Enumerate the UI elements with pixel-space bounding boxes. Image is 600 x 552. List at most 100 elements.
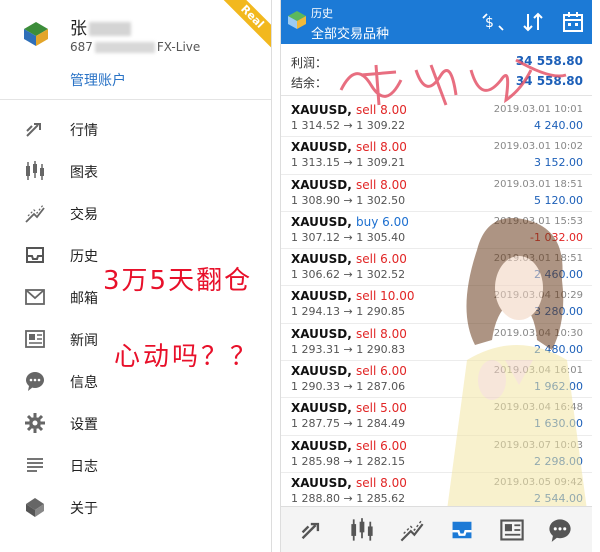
app-toolbar: 历史 全部交易品种 $ — [281, 0, 592, 44]
trade-symbol: XAUUSD, sell 6.00 — [291, 364, 407, 379]
trade-list: XAUUSD, sell 8.00 1 314.52 → 1 309.22 2019… — [281, 100, 592, 511]
trend-icon[interactable] — [299, 517, 325, 543]
trade-profit: 5 120.00 — [534, 193, 583, 207]
trade-profit: 1 630.00 — [534, 417, 583, 431]
trade-row[interactable]: XAUUSD, sell 8.00 1 313.15 → 1 309.21 2019… — [281, 137, 592, 175]
trade-symbol: XAUUSD, sell 8.00 — [291, 326, 407, 341]
trade-date: 2019.03.04 10:30 — [493, 327, 583, 339]
trade-date: 2019.03.05 09:42 — [493, 476, 583, 488]
trade-price: 1 293.31 → 1 290.83 — [291, 342, 406, 356]
drawer-menu: 行情 图表 交易 历史 邮箱 新闻 信息 设置 日志 关于 — [0, 108, 271, 528]
trade-price: 1 294.13 → 1 290.85 — [291, 305, 406, 319]
trade-direction: sell 8.00 — [356, 326, 407, 341]
trade-direction: sell 6.00 — [356, 364, 407, 379]
trade-symbol: XAUUSD, buy 6.00 — [291, 214, 409, 229]
trade-row[interactable]: XAUUSD, sell 6.00 1 285.98 → 1 282.15 2019… — [281, 436, 592, 473]
trade-row[interactable]: XAUUSD, sell 8.00 1 293.31 → 1 290.83 2019… — [281, 324, 592, 362]
candlestick-icon[interactable] — [349, 517, 375, 543]
account-name: 张 — [70, 14, 131, 39]
trade-price: 1 306.62 → 1 302.52 — [291, 268, 406, 282]
candlestick-icon — [26, 161, 44, 180]
trade-direction: sell 8.00 — [356, 140, 407, 155]
menu-item-label: 历史 — [70, 249, 98, 265]
trade-direction: sell 10.00 — [356, 289, 415, 304]
trade-profit: 2 298.00 — [534, 454, 583, 468]
menu-item-about[interactable]: 关于 — [0, 486, 271, 528]
trade-row[interactable]: XAUUSD, sell 8.00 1 308.90 → 1 302.50 2019… — [281, 175, 592, 212]
trade-profit: 4 240.00 — [534, 119, 583, 132]
toolbar-title: 历史 — [311, 7, 333, 20]
menu-item-quotes[interactable]: 行情 — [0, 108, 271, 150]
trade-date: 2019.03.01 18:51 — [493, 178, 583, 190]
trade-price: 1 287.75 → 1 284.49 — [291, 417, 406, 431]
trade-profit: 2 544.00 — [534, 491, 583, 505]
trade-profit: 3 152.00 — [534, 156, 583, 170]
menu-item-trade[interactable]: 交易 — [0, 192, 271, 234]
trade-price: 1 308.90 → 1 302.50 — [291, 193, 406, 207]
symbol-filter[interactable]: 全部交易品种 — [311, 23, 389, 42]
trade-date: 2019.03.01 10:02 — [493, 141, 583, 153]
trade-price: 1 288.80 → 1 285.62 — [291, 491, 406, 505]
chat-icon[interactable] — [547, 517, 573, 543]
menu-item-label: 关于 — [70, 501, 98, 517]
trade-icon[interactable] — [399, 517, 425, 543]
trade-price: 1 307.12 → 1 305.40 — [291, 230, 406, 244]
trade-row[interactable]: XAUUSD, buy 6.00 1 307.12 → 1 305.40 2019.… — [281, 212, 592, 250]
calendar-icon[interactable] — [561, 10, 585, 34]
about-icon — [26, 498, 44, 517]
trade-direction: buy 6.00 — [356, 214, 409, 229]
menu-item-label: 交易 — [70, 207, 98, 223]
trade-symbol: XAUUSD, sell 8.00 — [291, 475, 407, 490]
menu-item-charts[interactable]: 图表 — [0, 150, 271, 192]
news-icon — [25, 330, 45, 348]
trade-profit: -1 032.00 — [530, 230, 583, 244]
trade-date: 2019.03.04 16:48 — [493, 402, 583, 414]
log-icon — [27, 458, 43, 472]
trade-row[interactable]: XAUUSD, sell 8.00 1 288.80 → 1 285.62 2019… — [281, 473, 592, 511]
menu-item-settings[interactable]: 设置 — [0, 402, 271, 444]
menu-item-label: 邮箱 — [70, 291, 98, 307]
trade-symbol: XAUUSD, sell 8.00 — [291, 140, 407, 155]
menu-item-label: 设置 — [70, 417, 98, 433]
menu-item-label: 日志 — [70, 459, 98, 475]
trade-date: 2019.03.04 16:01 — [493, 365, 583, 377]
trade-price: 1 314.52 → 1 309.22 — [291, 119, 406, 132]
metatrader-logo-icon[interactable] — [287, 10, 307, 30]
trade-profit: 3 280.00 — [534, 305, 583, 319]
history-screen: 历史 全部交易品种 $ 利润： 34 558.80 结余： 34 558.80 … — [280, 0, 592, 552]
currency-switch-icon[interactable]: $ — [481, 10, 505, 34]
trade-direction: sell 6.00 — [356, 438, 407, 453]
menu-item-journal[interactable]: 日志 — [0, 444, 271, 486]
menu-item-label: 行情 — [70, 123, 98, 139]
trade-row[interactable]: XAUUSD, sell 6.00 1 290.33 → 1 287.06 2019… — [281, 361, 592, 399]
bottom-navigation — [281, 506, 592, 552]
trade-profit: 2 460.00 — [534, 268, 583, 282]
trade-row[interactable]: XAUUSD, sell 6.00 1 306.62 → 1 302.52 2019… — [281, 249, 592, 287]
trade-price: 1 313.15 → 1 309.21 — [291, 156, 406, 170]
trade-date: 2019.03.01 15:53 — [493, 215, 583, 227]
metatrader-logo-icon — [24, 22, 48, 46]
svg-text:$: $ — [485, 15, 494, 31]
trade-price: 1 285.98 → 1 282.15 — [291, 454, 406, 468]
trade-date: 2019.03.07 10:03 — [493, 439, 583, 451]
real-badge: Real — [221, 0, 271, 50]
trade-profit: 2 480.00 — [534, 342, 583, 356]
trade-symbol: XAUUSD, sell 10.00 — [291, 289, 415, 304]
manage-accounts-link[interactable]: 管理账户 — [70, 70, 126, 90]
sort-icon[interactable] — [521, 10, 545, 34]
news-icon[interactable] — [499, 517, 525, 543]
trade-symbol: XAUUSD, sell 6.00 — [291, 252, 407, 267]
trade-price: 1 290.33 → 1 287.06 — [291, 380, 406, 394]
chat-icon — [26, 372, 44, 391]
promo-question: 心动吗？？ — [114, 342, 260, 372]
menu-item-label: 图表 — [70, 165, 98, 181]
trade-row[interactable]: XAUUSD, sell 5.00 1 287.75 → 1 284.49 2019… — [281, 398, 592, 436]
inbox-icon[interactable] — [449, 517, 475, 543]
trade-direction: sell 6.00 — [356, 252, 407, 267]
menu-item-label: 新闻 — [70, 333, 98, 349]
trade-direction: sell 8.00 — [356, 475, 407, 490]
trade-row[interactable]: XAUUSD, sell 10.00 1 294.13 → 1 290.85 201… — [281, 286, 592, 324]
trade-icon — [25, 204, 45, 223]
trade-date: 2019.03.04 10:29 — [493, 290, 583, 302]
trade-profit: 1 962.00 — [534, 380, 583, 394]
